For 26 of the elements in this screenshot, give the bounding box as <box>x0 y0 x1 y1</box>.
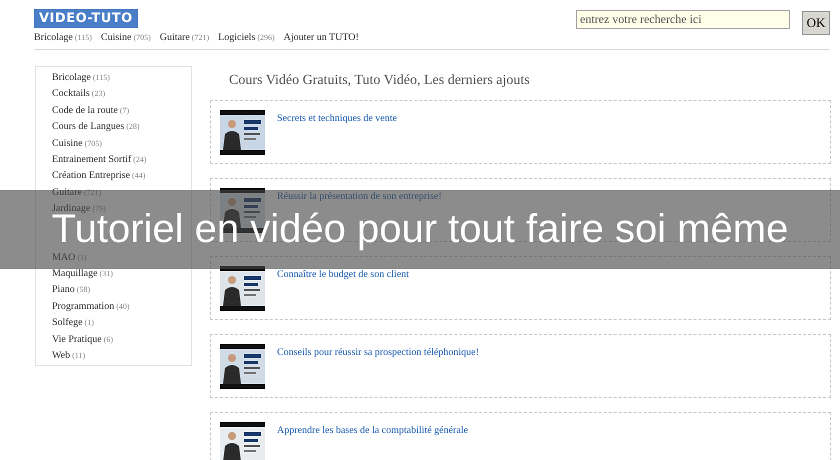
category-link[interactable]: Guitare (721) <box>160 32 210 43</box>
video-title-link[interactable]: Conseils pour réussir sa prospection téléphonique! <box>277 347 479 360</box>
section-heading: Cours Vidéo Gratuits, Tuto Vidéo, Les derniers ajouts <box>229 73 531 89</box>
category-link[interactable]: Programmation (40) <box>52 300 191 314</box>
category-link[interactable]: Bricolage (115) <box>52 71 191 86</box>
category-link[interactable]: Cocktails (23) <box>52 87 191 102</box>
category-link[interactable]: Web (11) <box>52 349 191 364</box>
ok-button[interactable]: OK <box>802 11 830 35</box>
category-link[interactable]: Vie Pratique (6) <box>52 332 191 348</box>
category-link[interactable]: Solfege (1) <box>52 316 191 331</box>
category-link[interactable]: Cours de Langues (28) <box>52 120 191 135</box>
category-link[interactable]: Entrainement Sortif (24) <box>52 153 191 168</box>
category-link[interactable]: Code de la route (7) <box>52 104 191 118</box>
category-link[interactable]: Création Entreprise (44) <box>52 169 191 184</box>
category-link[interactable]: Bricolage (115) <box>34 32 92 43</box>
category-link[interactable]: Cuisine (705) <box>52 136 191 152</box>
search-field[interactable]: entrez votre recherche ici <box>576 10 790 29</box>
category-link[interactable]: Maquillage (31) <box>52 267 191 282</box>
site-logo[interactable]: VIDEO-TUTO <box>34 9 138 28</box>
category-link[interactable]: Logiciels (296) <box>218 32 275 43</box>
category-link[interactable]: Cuisine (705) <box>100 32 151 43</box>
video-title-link[interactable]: Connaître le budget de son client <box>277 269 409 282</box>
add-tutorial-link[interactable]: Ajouter un TUTO! <box>284 32 359 43</box>
video-title-link[interactable]: Apprendre les bases de la comptabilité générale <box>277 425 468 438</box>
category-link[interactable]: Piano (58) <box>52 283 191 298</box>
video-title-link[interactable]: Secrets et techniques de vente <box>277 113 397 126</box>
